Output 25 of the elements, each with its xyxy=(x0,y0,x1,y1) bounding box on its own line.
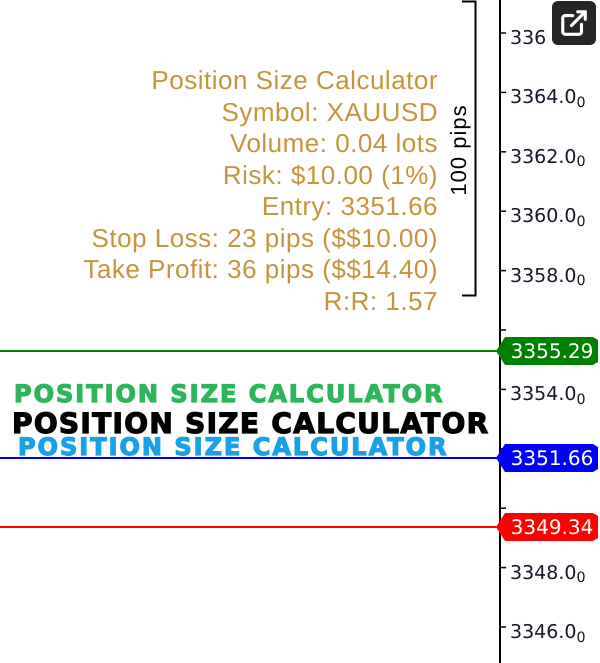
info-line: Symbol: XAUUSD xyxy=(222,96,438,128)
axis-label: 336 xyxy=(510,28,546,48)
axis-label: 3364.0$_{0}$ xyxy=(510,87,586,108)
price-tag: 3351.66 xyxy=(496,444,598,472)
info-title: Position Size Calculator xyxy=(151,65,438,96)
range-label: 100 pips xyxy=(448,104,470,196)
axis-label: 3348.0$_{0}$ xyxy=(510,562,586,583)
info-line: Risk: $10.00 (1%) xyxy=(222,160,438,191)
price-tag: 3349.34 xyxy=(496,513,598,541)
logo-text: POSITION SIZE CALCULATOR xyxy=(13,383,446,405)
popout-button[interactable] xyxy=(552,1,596,45)
logo-text: POSITION SIZE CALCULATOR xyxy=(11,411,490,436)
axis-label: 3354.0$_{0}$ xyxy=(510,384,586,404)
axis-label: 3358.0$_{0}$ xyxy=(510,266,586,286)
info-line: Take Profit: 36 pips ($$14.40) xyxy=(83,254,438,286)
info-line: Volume: 0.04 lots xyxy=(230,128,438,160)
logo-text: POSITION SIZE CALCULATOR xyxy=(18,436,449,458)
info-line: Stop Loss: 23 pips ($$10.00) xyxy=(92,222,438,254)
external-link-icon xyxy=(559,8,589,38)
axis-label: 3346.0$_{0}$ xyxy=(510,622,586,642)
price-tag: 3355.29 xyxy=(496,337,598,365)
info-line: Entry: 3351.66 xyxy=(262,191,438,222)
axis-label: 3362.0$_{0}$ xyxy=(510,146,586,167)
axis-label: 3360.0$_{0}$ xyxy=(510,206,586,226)
info-line: R:R: 1.57 xyxy=(324,286,438,317)
